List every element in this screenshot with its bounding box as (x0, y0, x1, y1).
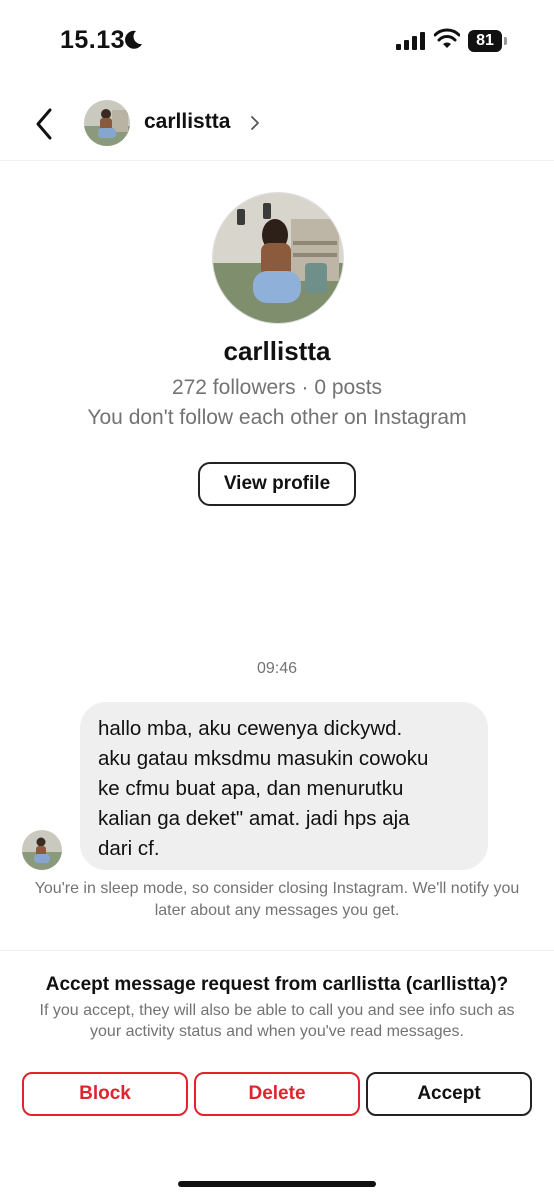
profile-avatar[interactable] (212, 192, 344, 324)
request-description: If you accept, they will also be able to… (39, 1002, 515, 1040)
request-title: Accept message request from carllistta (… (45, 974, 509, 995)
message-bubble[interactable]: hallo mba, aku cewenya dickywd. aku gata… (80, 702, 488, 870)
delete-button[interactable]: Delete (194, 1072, 360, 1116)
header-username[interactable]: carllistta (144, 110, 230, 134)
sleep-mode-note: You're in sleep mode, so consider closin… (34, 880, 520, 919)
profile-name: carllistta (223, 336, 331, 366)
block-button[interactable]: Block (22, 1072, 188, 1116)
back-arrow-icon[interactable] (30, 104, 60, 144)
profile-stats: 272 followers · 0 posts (171, 376, 383, 399)
header-avatar[interactable] (84, 100, 130, 146)
message-timestamp: 09:46 (256, 660, 298, 677)
cellular-signal-icon (396, 32, 425, 50)
chevron-right-icon[interactable] (248, 114, 262, 132)
home-indicator[interactable] (178, 1181, 376, 1187)
status-time: 15.13 (60, 26, 126, 54)
battery-level: 81 (468, 30, 502, 52)
header-divider (0, 160, 554, 161)
wifi-icon (434, 28, 460, 48)
footer-divider (0, 950, 554, 951)
profile-relation: You don't follow each other on Instagram (87, 406, 467, 429)
sender-avatar[interactable] (22, 830, 62, 870)
view-profile-button[interactable]: View profile (198, 462, 356, 506)
battery-icon: 81 (468, 30, 508, 52)
accept-button[interactable]: Accept (366, 1072, 532, 1116)
moon-icon (125, 30, 142, 49)
